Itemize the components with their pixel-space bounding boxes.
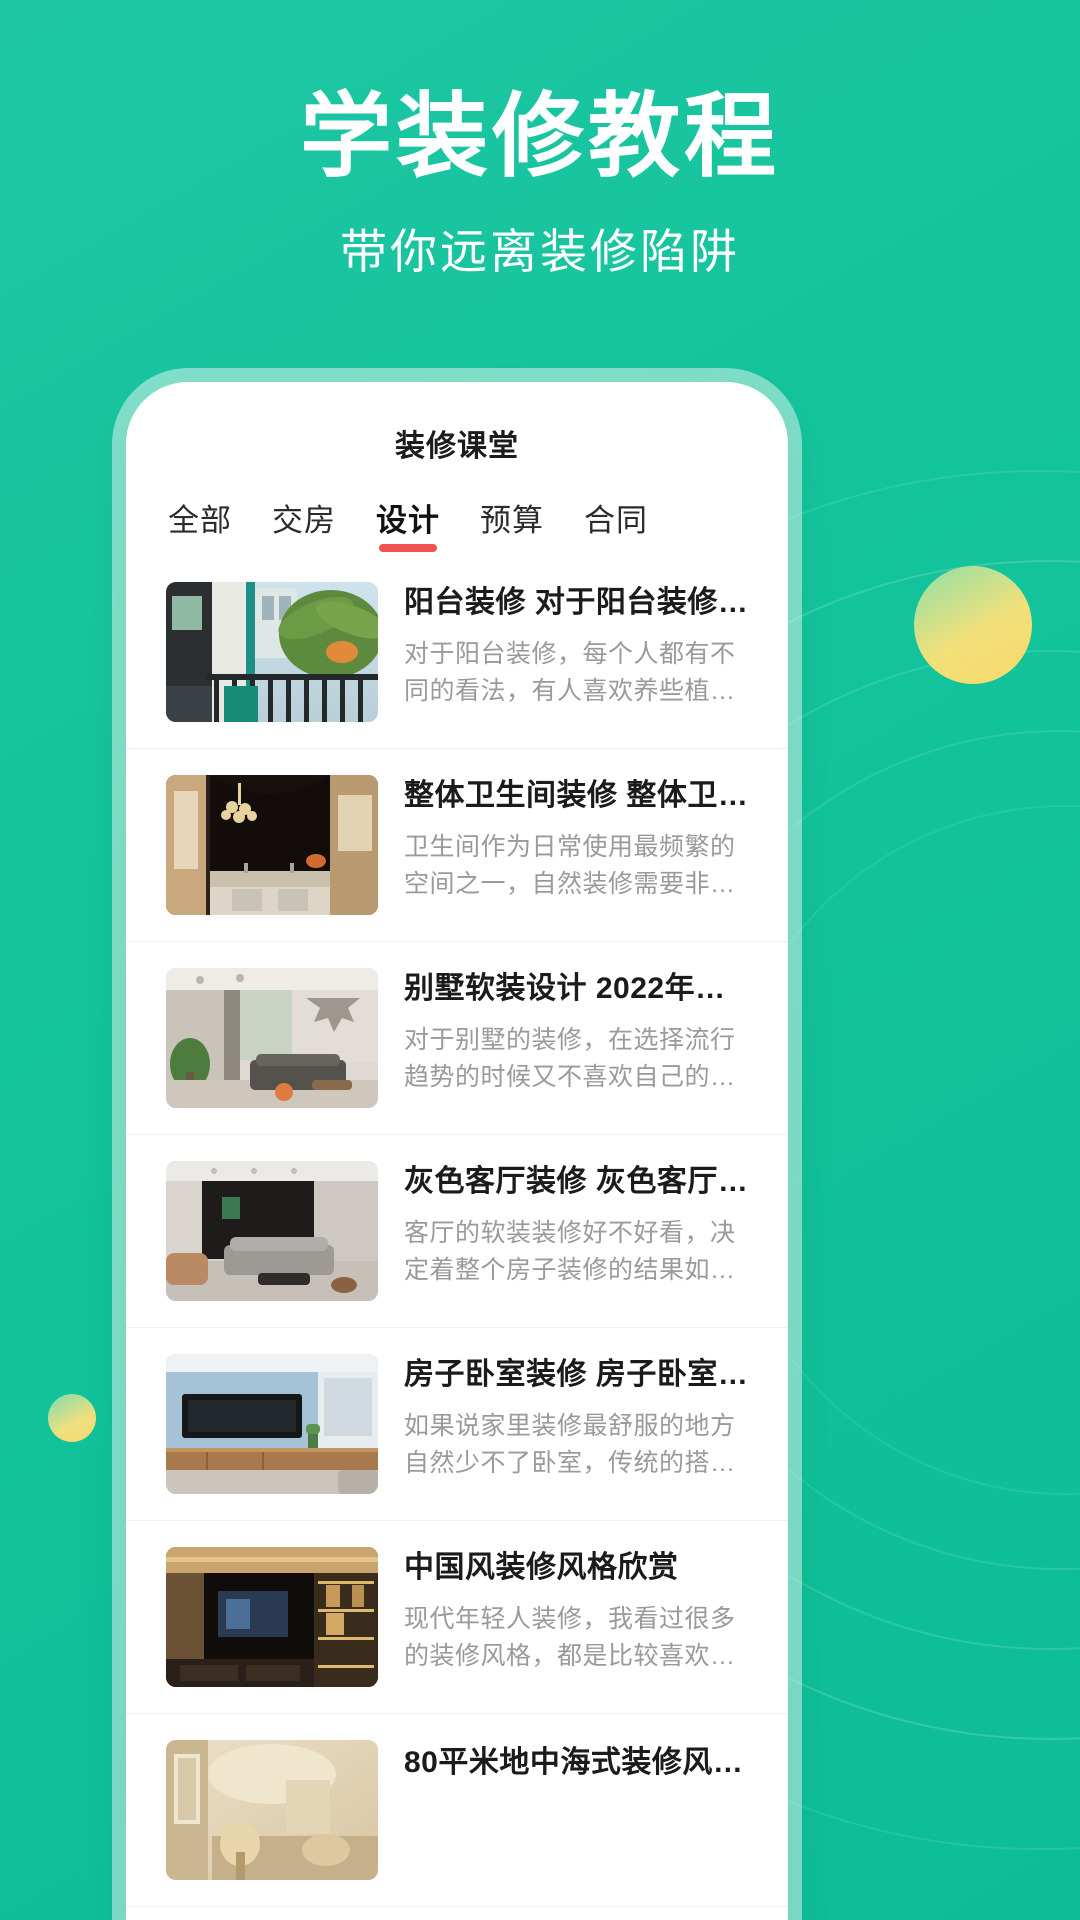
tab-4[interactable]: 预算	[480, 495, 544, 556]
tab-2[interactable]: 交房	[272, 495, 336, 556]
article-description: 如果说家里装修最舒服的地方自然少不了卧室，传统的搭配千篇一…	[404, 1412, 736, 1477]
article-title: 别墅软装设计 2022年别墅软…	[404, 972, 752, 1005]
tab-3[interactable]: 设计	[376, 495, 440, 556]
article-body: 阳台装修 对于阳台装修封装… 对于阳台装修，每个人都有不同的看法，有人喜欢养些植物…	[404, 582, 752, 709]
article-card[interactable]: 80平米地中海式装修风格，…	[126, 1714, 788, 1907]
article-description: 对于阳台装修，每个人都有不同的看法，有人喜欢养些植物陶冶情…	[404, 640, 736, 705]
article-thumbnail	[166, 582, 378, 722]
decorative-dot-large	[914, 566, 1032, 684]
article-body: 整体卫生间装修 整体卫生间… 卫生间作为日常使用最频繁的空间之一，自然装修需要非常…	[404, 775, 752, 902]
tab-5[interactable]: 合同	[584, 495, 648, 556]
article-thumbnail	[166, 968, 378, 1108]
tab-label: 合同	[584, 503, 648, 538]
tab-label: 预算	[480, 503, 544, 538]
promo-subtitle: 带你远离装修陷阱	[340, 225, 740, 279]
article-description: 对于别墅的装修，在选择流行趋势的时候又不喜欢自己的装修随着…	[404, 1026, 736, 1091]
article-list[interactable]: 阳台装修 对于阳台装修封装… 对于阳台装修，每个人都有不同的看法，有人喜欢养些植物…	[126, 556, 788, 1907]
article-thumbnail	[166, 1354, 378, 1494]
article-body: 灰色客厅装修 灰色客厅软装… 客厅的软装装修好不好看，决定着整个房子装修的结果如何…	[404, 1161, 752, 1288]
article-body: 80平米地中海式装修风格，…	[404, 1740, 752, 1796]
article-description: 客厅的软装装修好不好看，决定着整个房子装修的结果如何，那么…	[404, 1219, 736, 1284]
tab-label: 设计	[376, 503, 440, 538]
phone-screen: 装修课堂 全部 交房 设计 预算 合同 阳台装修 对于阳台装修封 对于阳台装修，…	[126, 382, 788, 1920]
article-title: 房子卧室装修 房子卧室装修…	[404, 1358, 752, 1391]
article-body: 房子卧室装修 房子卧室装修… 如果说家里装修最舒服的地方自然少不了卧室，传统的搭配…	[404, 1354, 752, 1481]
app-header: 装修课堂	[126, 382, 788, 478]
page-title: 装修课堂	[395, 430, 519, 463]
article-title: 阳台装修 对于阳台装修封装…	[404, 586, 752, 619]
article-card[interactable]: 别墅软装设计 2022年别墅软… 对于别墅的装修，在选择流行趋势的时候又不喜欢自己…	[126, 942, 788, 1135]
promo-title: 学装修教程	[299, 86, 780, 188]
article-thumbnail	[166, 1547, 378, 1687]
article-title: 灰色客厅装修 灰色客厅软装…	[404, 1165, 752, 1198]
article-body: 中国风装修风格欣赏现代年轻人装修，我看过很多的装修风格，都是比较喜欢现代风格…	[404, 1547, 752, 1674]
article-card[interactable]: 整体卫生间装修 整体卫生间… 卫生间作为日常使用最频繁的空间之一，自然装修需要非常…	[126, 749, 788, 942]
tab-active-indicator	[379, 544, 437, 552]
tab-label: 交房	[272, 503, 336, 538]
article-card[interactable]: 中国风装修风格欣赏现代年轻人装修，我看过很多的装修风格，都是比较喜欢现代风格…	[126, 1521, 788, 1714]
decorative-dot-small	[48, 1394, 96, 1442]
category-tabbar[interactable]: 全部 交房 设计 预算 合同	[126, 478, 788, 556]
article-title: 中国风装修风格欣赏	[404, 1551, 679, 1584]
tab-1[interactable]: 全部	[168, 495, 232, 556]
article-body: 别墅软装设计 2022年别墅软… 对于别墅的装修，在选择流行趋势的时候又不喜欢自己…	[404, 968, 752, 1095]
article-thumbnail	[166, 1161, 378, 1301]
promo-headline: 学装修教程 带你远离装修陷阱	[0, 86, 1080, 282]
article-description: 现代年轻人装修，我看过很多的装修风格，都是比较喜欢现代风格…	[404, 1605, 736, 1670]
article-title: 80平米地中海式装修风格，…	[404, 1746, 752, 1779]
article-card[interactable]: 阳台装修 对于阳台装修封装… 对于阳台装修，每个人都有不同的看法，有人喜欢养些植物…	[126, 556, 788, 749]
article-description: 卫生间作为日常使用最频繁的空间之一，自然装修需要非常重视，…	[404, 833, 736, 898]
article-thumbnail	[166, 1740, 378, 1880]
article-thumbnail	[166, 775, 378, 915]
article-card[interactable]: 灰色客厅装修 灰色客厅软装… 客厅的软装装修好不好看，决定着整个房子装修的结果如何…	[126, 1135, 788, 1328]
phone-mockup: 装修课堂 全部 交房 设计 预算 合同 阳台装修 对于阳台装修封 对于阳台装修，…	[126, 382, 788, 1920]
tab-label: 全部	[168, 503, 232, 538]
article-card[interactable]: 房子卧室装修 房子卧室装修… 如果说家里装修最舒服的地方自然少不了卧室，传统的搭配…	[126, 1328, 788, 1521]
article-title: 整体卫生间装修 整体卫生间…	[404, 779, 752, 812]
